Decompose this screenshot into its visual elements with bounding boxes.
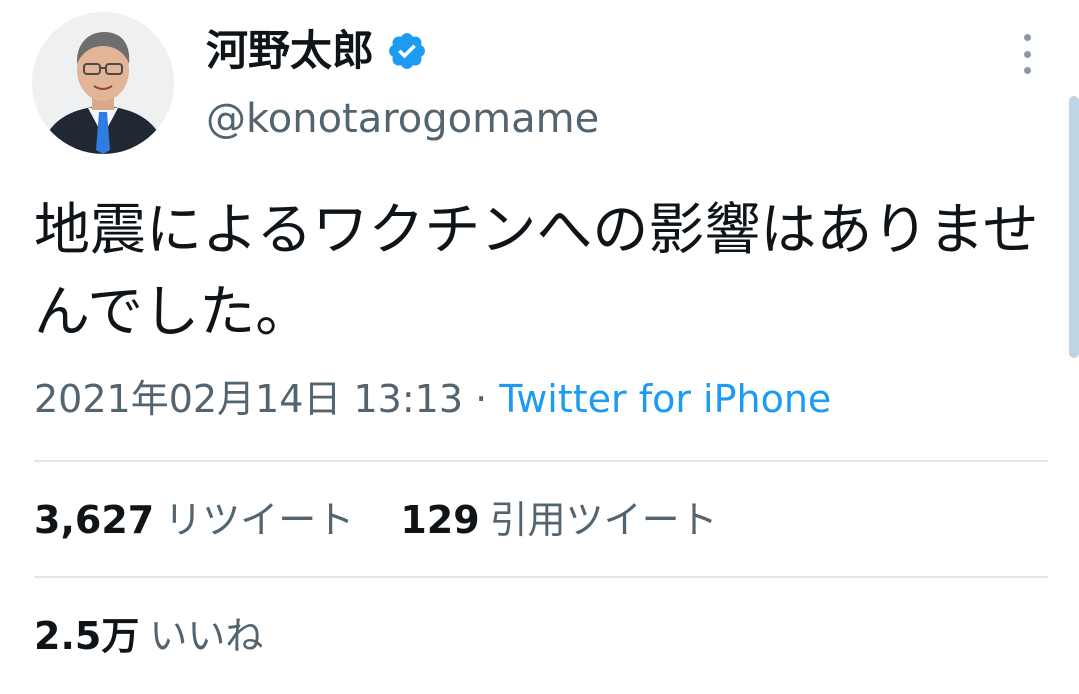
- dot: [1023, 50, 1031, 58]
- source-link[interactable]: Twitter for iPhone: [499, 377, 831, 421]
- author-name-row: 河野太郎: [206, 26, 428, 76]
- likes-count: 2.5万: [34, 614, 140, 658]
- tweet-text: 地震によるワクチンへの影響はありませんでした。: [34, 198, 1039, 345]
- retweet-stats-row: 3,627 リツイート 129 引用ツイート: [34, 494, 752, 546]
- quotes-count: 129: [400, 498, 480, 542]
- likes-stat[interactable]: 2.5万 いいね: [34, 614, 263, 658]
- tweet-meta: 2021年02月14日 13:13 · Twitter for iPhone: [34, 372, 831, 426]
- dot: [1023, 34, 1031, 41]
- dot: [1023, 67, 1031, 74]
- likes-stats-row: 2.5万 いいね: [34, 610, 297, 662]
- avatar[interactable]: [32, 12, 174, 154]
- divider: [34, 576, 1048, 578]
- user-handle[interactable]: @konotarogomame: [206, 94, 599, 144]
- retweets-count: 3,627: [34, 498, 155, 542]
- likes-label: いいね: [149, 614, 264, 658]
- profile-photo-icon: [32, 12, 174, 154]
- more-options-icon[interactable]: [1012, 32, 1042, 76]
- retweets-label: リツイート: [164, 498, 355, 542]
- timestamp[interactable]: 2021年02月14日 13:13: [34, 377, 463, 421]
- display-name[interactable]: 河野太郎: [206, 26, 374, 76]
- meta-separator: ·: [463, 377, 500, 421]
- scrollbar[interactable]: [1069, 96, 1079, 358]
- quotes-label: 引用ツイート: [489, 498, 718, 542]
- divider: [34, 460, 1048, 462]
- quotes-stat[interactable]: 129 引用ツイート: [400, 498, 717, 542]
- verified-badge-icon: [389, 33, 425, 69]
- retweets-stat[interactable]: 3,627 リツイート: [34, 498, 354, 542]
